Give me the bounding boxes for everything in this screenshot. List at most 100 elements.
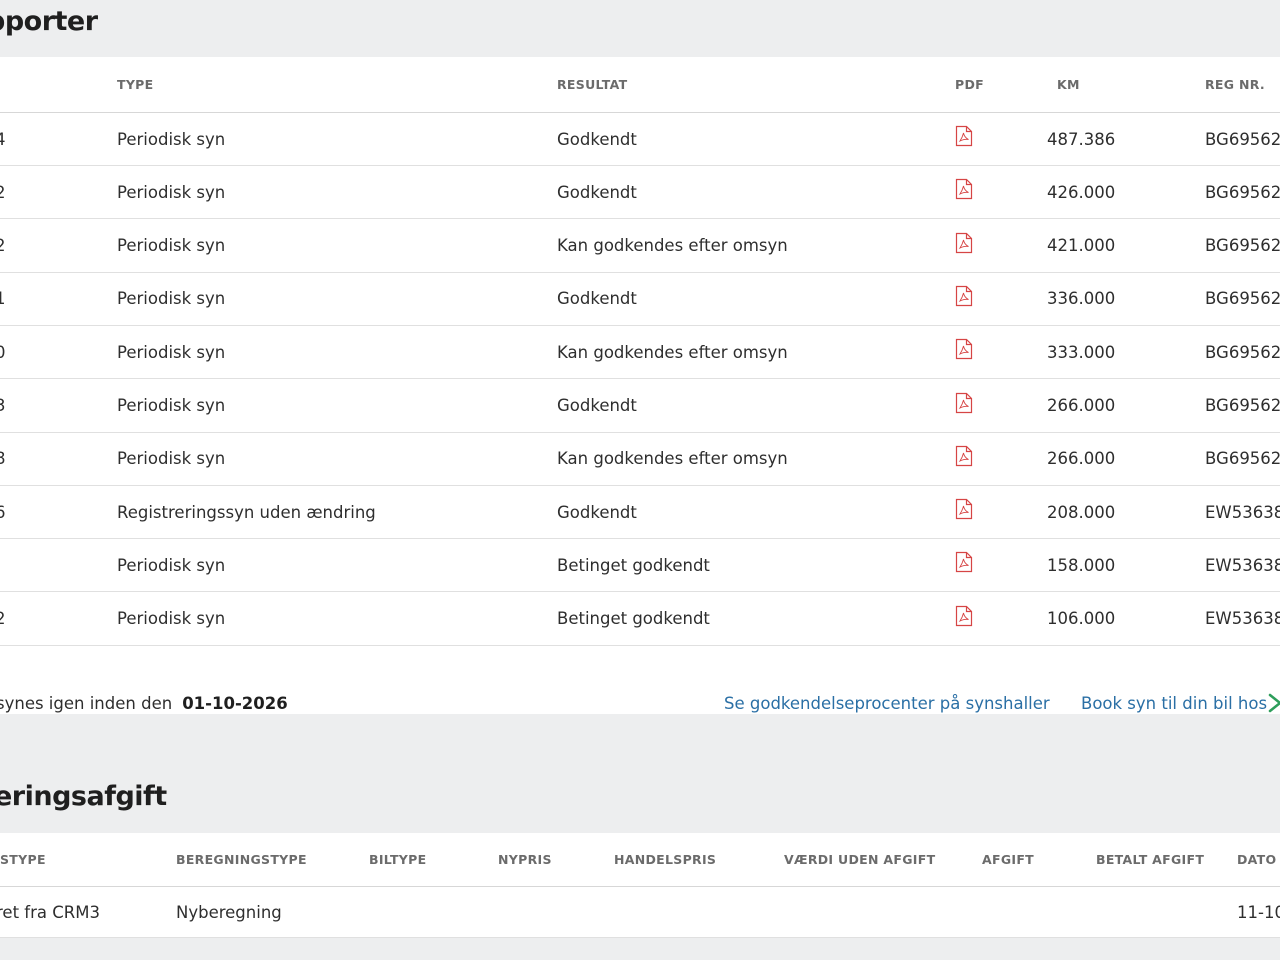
pdf-file-icon[interactable]	[955, 125, 973, 147]
cell-date: 6	[0, 502, 6, 522]
cell-pdf[interactable]	[955, 160, 973, 218]
next-inspection-label: synes igen inden den	[0, 693, 173, 713]
table-row: 8 Periodisk syn Kan godkendes efter omsyn 2…	[0, 433, 1280, 486]
column-header-paid-tax: BETALT AFGIFT	[1096, 852, 1205, 867]
section-title-reports: pporter	[0, 6, 98, 37]
cell-km: 333.000	[1047, 342, 1116, 362]
table-row: 4 Periodisk syn Godkendt 487.386 BG69562	[0, 113, 1280, 166]
cell-date: 1	[0, 289, 6, 309]
cell-km: 421.000	[1047, 236, 1116, 256]
pdf-file-icon[interactable]	[955, 605, 973, 627]
table-row: 2 Periodisk syn Betinget godkendt 106.000 EW…	[0, 593, 1280, 646]
table-row: 3 Periodisk syn Godkendt 266.000 BG69562	[0, 380, 1280, 433]
section-title-registration-tax: eringsafgift	[0, 781, 167, 812]
cell-pdf[interactable]	[955, 427, 973, 485]
cell-result: Betinget godkendt	[557, 609, 710, 629]
column-header-type: TYPE	[117, 77, 154, 92]
cell-type: Periodisk syn	[117, 182, 226, 202]
cell-type: Periodisk syn	[117, 236, 226, 256]
column-header-pdf: PDF	[955, 77, 984, 92]
book-inspection-link[interactable]: Book syn til din bil hos	[1081, 682, 1267, 714]
table-row: 1 Periodisk syn Godkendt 336.000 BG69562	[0, 273, 1280, 326]
pdf-file-icon[interactable]	[955, 178, 973, 200]
table-row: 6 Registreringssyn uden ændring Godkendt 20…	[0, 486, 1280, 540]
cell-pdf[interactable]	[955, 374, 973, 432]
cell-reg: BG69562	[1205, 396, 1280, 415]
cell-reg: EW53638	[1205, 502, 1280, 522]
next-inspection-note: synes igen inden den 01-10-2026	[0, 682, 288, 714]
pdf-file-icon[interactable]	[955, 551, 973, 573]
column-header-result: RESULTAT	[557, 77, 628, 92]
cell-reg: BG69562	[1205, 129, 1280, 149]
pdf-file-icon[interactable]	[955, 338, 973, 360]
table-footer: synes igen inden den 01-10-2026 Se godke…	[0, 682, 1280, 714]
cell-result: Kan godkendes efter omsyn	[557, 449, 788, 469]
cell-result: Godkendt	[557, 396, 637, 415]
cell-tax-type: ret fra CRM3	[0, 902, 100, 922]
pdf-file-icon[interactable]	[955, 498, 973, 520]
cell-reg: BG69562	[1205, 182, 1280, 202]
registration-tax-table: STYPE BEREGNINGSTYPE BILTYPE NYPRIS HAND…	[0, 833, 1280, 938]
cell-km: 106.000	[1047, 609, 1116, 629]
cell-date: 2	[0, 182, 6, 202]
column-header-calculation-type: BEREGNINGSTYPE	[176, 852, 307, 867]
cell-result: Betinget godkendt	[557, 555, 710, 575]
table-header: TYPE RESULTAT PDF KM REG NR.	[0, 57, 1280, 113]
arrow-right-icon[interactable]	[1268, 693, 1280, 713]
cell-km: 266.000	[1047, 449, 1116, 469]
cell-reg: BG69562	[1205, 236, 1280, 256]
cell-pdf[interactable]	[955, 320, 973, 378]
pdf-file-icon[interactable]	[955, 232, 973, 254]
cell-result: Kan godkendes efter omsyn	[557, 342, 788, 362]
cell-reg: BG69562	[1205, 449, 1280, 469]
column-header-date: DATO	[1237, 852, 1277, 867]
cell-date: 0	[0, 342, 6, 362]
cell-type: Registreringssyn uden ændring	[117, 502, 376, 522]
cell-date: 2	[0, 236, 6, 256]
cell-date: 2	[0, 609, 6, 629]
cell-reg: BG69562	[1205, 289, 1280, 309]
cell-type: Periodisk syn	[117, 555, 226, 575]
cell-type: Periodisk syn	[117, 449, 226, 469]
cell-type: Periodisk syn	[117, 342, 226, 362]
column-header-tax: AFGIFT	[982, 852, 1034, 867]
cell-result: Godkendt	[557, 502, 637, 522]
column-header-tax-type: STYPE	[0, 852, 46, 867]
cell-pdf[interactable]	[955, 587, 973, 645]
cell-date: 3	[0, 396, 6, 415]
cell-pdf[interactable]	[955, 214, 973, 272]
pdf-file-icon[interactable]	[955, 445, 973, 467]
cell-km: 208.000	[1047, 502, 1116, 522]
table-row: 2 Periodisk syn Kan godkendes efter omsyn 4…	[0, 220, 1280, 273]
inspection-reports-table: TYPE RESULTAT PDF KM REG NR. 4 Periodisk …	[0, 57, 1280, 714]
cell-type: Periodisk syn	[117, 289, 226, 309]
cell-result: Godkendt	[557, 289, 637, 309]
pdf-file-icon[interactable]	[955, 392, 973, 414]
cell-result: Godkendt	[557, 129, 637, 149]
cell-type: Periodisk syn	[117, 129, 226, 149]
column-header-value-without-tax: VÆRDI UDEN AFGIFT	[784, 852, 936, 867]
cell-reg: EW53638	[1205, 609, 1280, 629]
cell-date: 8	[0, 449, 6, 469]
cell-result: Godkendt	[557, 182, 637, 202]
cell-date: 4	[0, 129, 6, 149]
cell-km: 266.000	[1047, 396, 1116, 415]
cell-pdf[interactable]	[955, 107, 973, 165]
cell-pdf[interactable]	[955, 267, 973, 325]
cell-km: 426.000	[1047, 182, 1116, 202]
cell-pdf[interactable]	[955, 480, 973, 538]
cell-calculation-type: Nyberegning	[176, 902, 282, 922]
cell-km: 487.386	[1047, 129, 1116, 149]
table-row: Periodisk syn Betinget godkendt 158.000 EW5…	[0, 539, 1280, 593]
cell-reg: BG69562	[1205, 342, 1280, 362]
cell-type: Periodisk syn	[117, 396, 226, 415]
cell-km: 336.000	[1047, 289, 1116, 309]
approval-rates-link[interactable]: Se godkendelseprocenter på synshaller	[724, 682, 1050, 714]
column-header-vehicle-type: BILTYPE	[369, 852, 427, 867]
table-row: 2 Periodisk syn Godkendt 426.000 BG69562	[0, 166, 1280, 220]
cell-pdf[interactable]	[955, 533, 973, 591]
cell-type: Periodisk syn	[117, 609, 226, 629]
column-header-km: KM	[1057, 77, 1080, 92]
table-header: STYPE BEREGNINGSTYPE BILTYPE NYPRIS HAND…	[0, 833, 1280, 887]
pdf-file-icon[interactable]	[955, 285, 973, 307]
